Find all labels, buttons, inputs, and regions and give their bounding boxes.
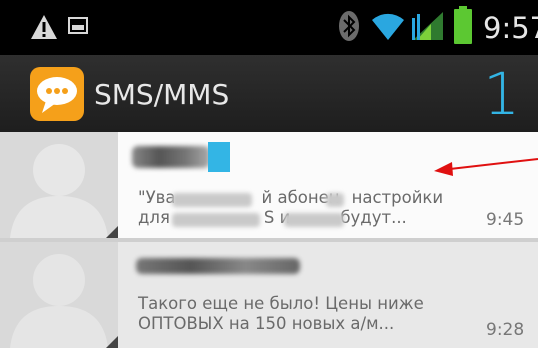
bluetooth-icon [339, 11, 359, 41]
avatar[interactable] [0, 242, 118, 348]
sender-name-redacted [136, 258, 300, 274]
unread-indicator [208, 142, 230, 172]
annotation-arrow [434, 158, 538, 176]
preview-line: ОПТОВЫХ на 150 новых а/м... [138, 314, 395, 333]
avatar[interactable] [0, 132, 118, 238]
contact-silhouette-icon [10, 144, 108, 238]
battery-icon [454, 6, 472, 44]
sms-bubble-icon[interactable] [30, 67, 84, 121]
action-bar: SMS/MMS 1 [0, 55, 538, 132]
app-title: SMS/MMS [94, 78, 230, 111]
unread-count: 1 [483, 60, 520, 128]
redaction [172, 213, 260, 227]
wifi-icon [372, 13, 404, 40]
avatar-corner [106, 336, 118, 348]
redaction [284, 213, 344, 227]
message-time: 9:45 [486, 210, 525, 230]
preview-part: будут... [340, 208, 407, 227]
redaction [326, 193, 344, 207]
warning-icon [31, 15, 57, 39]
preview-part: настройки [351, 188, 444, 207]
contact-silhouette-icon [10, 254, 108, 348]
preview-line: Такого еще не было! Цены ниже [138, 294, 424, 313]
status-bar: 9:57 [0, 0, 538, 55]
redaction [172, 193, 252, 207]
message-preview: Такого еще не было! Цены ниже ОПТОВЫХ на… [138, 294, 468, 334]
preview-part: для [138, 208, 170, 227]
signal-icon [412, 12, 443, 40]
avatar-corner [106, 226, 118, 238]
preview-part: "Ува [138, 188, 176, 207]
message-time: 9:28 [486, 320, 525, 340]
status-time: 9:57 [483, 11, 538, 45]
sender-name-redacted [132, 146, 210, 168]
image-icon [68, 17, 88, 34]
conversation-item[interactable]: Такого еще не было! Цены ниже ОПТОВЫХ на… [0, 242, 538, 348]
